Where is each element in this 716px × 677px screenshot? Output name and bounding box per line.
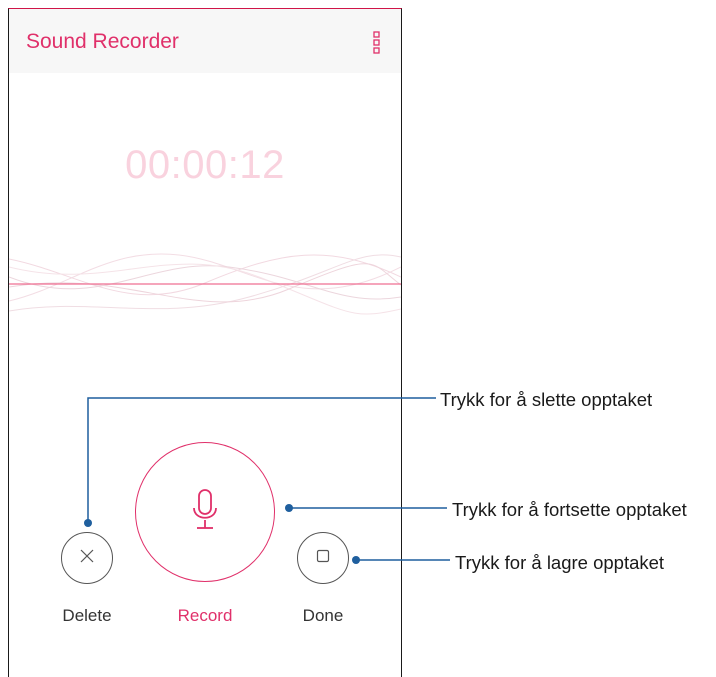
callout-done-text: Trykk for å lagre opptaket <box>455 552 665 573</box>
stop-icon <box>316 549 330 568</box>
elapsed-timer: 00:00:12 <box>125 143 285 187</box>
done-button[interactable] <box>297 532 349 584</box>
callout-record-text: Trykk for å fortsette opptaket <box>452 499 687 520</box>
close-icon <box>79 548 95 569</box>
done-label: Done <box>302 606 344 625</box>
record-button[interactable] <box>135 442 275 582</box>
waveform <box>9 253 401 315</box>
delete-label: Delete <box>62 606 112 625</box>
record-label: Record <box>177 606 233 625</box>
delete-button[interactable] <box>61 532 113 584</box>
app-bar: Sound Recorder <box>9 9 401 73</box>
phone-screen: Sound Recorder 00:00:12 Delete Record Do… <box>8 8 402 677</box>
microphone-icon <box>191 488 219 537</box>
app-title: Sound Recorder <box>26 30 179 53</box>
more-vert-icon[interactable] <box>371 31 383 55</box>
callout-delete-text: Trykk for å slette opptaket <box>440 389 653 410</box>
page: Sound Recorder 00:00:12 Delete Record Do… <box>0 0 716 677</box>
